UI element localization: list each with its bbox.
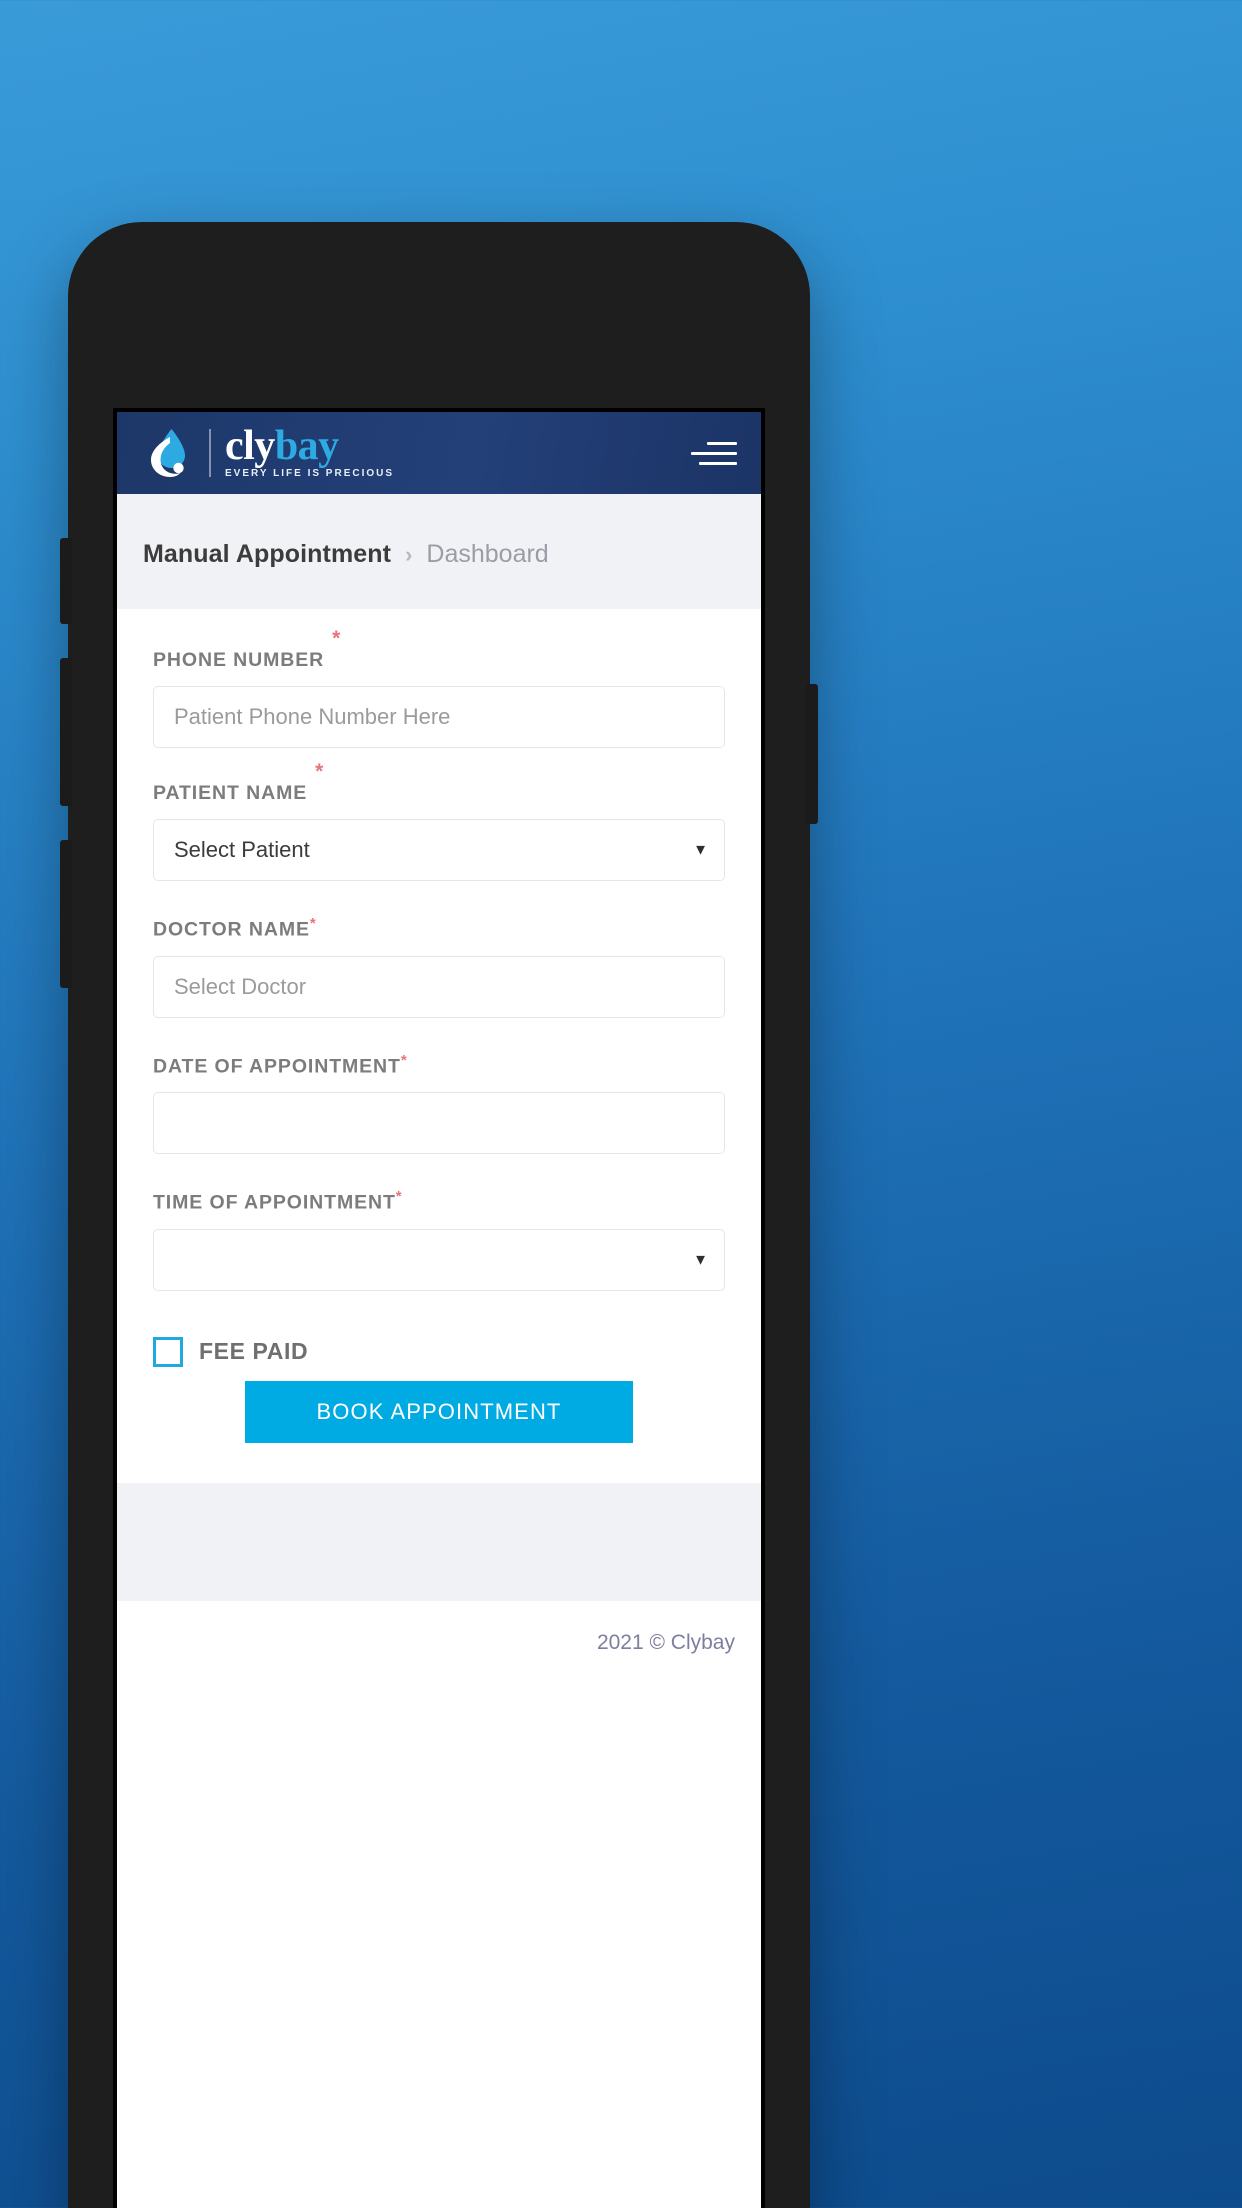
breadcrumb-parent-dashboard[interactable]: Dashboard xyxy=(426,540,548,569)
required-asterisk: * xyxy=(309,915,317,932)
phone-number-input[interactable]: Patient Phone Number Here xyxy=(153,686,725,748)
breadcrumb-current: Manual Appointment xyxy=(143,540,392,568)
required-asterisk: * xyxy=(400,1051,408,1069)
required-asterisk: * xyxy=(332,627,342,650)
water-droplet-crescent-icon xyxy=(147,427,195,479)
label-time-of-appointment: TIME OF APPOINTMENT* xyxy=(153,1188,403,1214)
brand-text: clybay EVERY LIFE IS PRECIOUS xyxy=(225,425,395,479)
chevron-down-icon: ▼ xyxy=(693,841,708,859)
field-phone-number: PHONE NUMBER * Patient Phone Number Here xyxy=(153,627,725,748)
patient-name-select[interactable]: Select Patient ▼ xyxy=(153,819,725,881)
phone-side-button-volume-down xyxy=(60,840,72,988)
required-asterisk: * xyxy=(315,760,325,783)
footer-copyright: 2021 © Clybay xyxy=(596,1630,735,1654)
field-patient-name: PATIENT NAME * Select Patient ▼ xyxy=(153,760,725,881)
book-appointment-button[interactable]: BOOK APPOINTMENT xyxy=(245,1380,633,1443)
page-background-filler xyxy=(117,1482,761,1601)
phone-screen: clybay EVERY LIFE IS PRECIOUS Manual App… xyxy=(113,408,765,2208)
time-of-appointment-select[interactable]: ▼ xyxy=(153,1228,725,1291)
appointment-form-card: PHONE NUMBER * Patient Phone Number Here … xyxy=(131,609,747,1483)
fee-paid-checkbox[interactable] xyxy=(153,1336,183,1367)
phone-side-button-volume-up xyxy=(60,658,72,806)
label-doctor-name: DOCTOR NAME* xyxy=(153,915,317,941)
date-of-appointment-input[interactable] xyxy=(153,1092,725,1154)
doctor-name-placeholder: Select Doctor xyxy=(174,973,307,999)
field-doctor-name: DOCTOR NAME* Select Doctor xyxy=(153,915,725,1018)
phone-side-button-power xyxy=(806,684,818,824)
label-date-of-appointment: DATE OF APPOINTMENT* xyxy=(153,1051,408,1078)
patient-name-value: Select Patient xyxy=(174,837,310,862)
field-date-of-appointment: DATE OF APPOINTMENT* xyxy=(153,1051,725,1154)
app-footer: 2021 © Clybay xyxy=(117,1600,761,1655)
fee-paid-row[interactable]: FEE PAID xyxy=(153,1336,725,1367)
label-phone-number: PHONE NUMBER * xyxy=(153,627,342,671)
brand-word-second: bay xyxy=(274,423,339,470)
fee-paid-label: FEE PAID xyxy=(199,1338,309,1364)
hamburger-line-1 xyxy=(707,441,737,445)
app-header: clybay EVERY LIFE IS PRECIOUS xyxy=(117,412,761,494)
brand-logo[interactable]: clybay EVERY LIFE IS PRECIOUS xyxy=(147,425,395,479)
required-asterisk: * xyxy=(395,1188,403,1205)
breadcrumb: Manual Appointment › Dashboard xyxy=(117,494,761,609)
phone-side-button-mute xyxy=(60,538,72,624)
field-time-of-appointment: TIME OF APPOINTMENT* ▼ xyxy=(153,1188,725,1291)
brand-divider xyxy=(209,429,211,477)
label-patient-name: PATIENT NAME * xyxy=(153,760,325,804)
hamburger-line-3 xyxy=(699,461,737,465)
brand-wordmark: clybay xyxy=(225,425,339,467)
phone-number-placeholder: Patient Phone Number Here xyxy=(174,704,451,729)
chevron-right-icon: › xyxy=(405,541,413,567)
hamburger-menu-icon[interactable] xyxy=(689,433,737,473)
brand-tagline: EVERY LIFE IS PRECIOUS xyxy=(225,467,395,479)
phone-mockup: clybay EVERY LIFE IS PRECIOUS Manual App… xyxy=(60,222,818,2208)
brand-word-first: cly xyxy=(225,423,275,470)
chevron-down-icon: ▼ xyxy=(693,1251,708,1268)
doctor-name-input[interactable]: Select Doctor xyxy=(153,955,725,1018)
hamburger-line-2 xyxy=(691,451,737,455)
